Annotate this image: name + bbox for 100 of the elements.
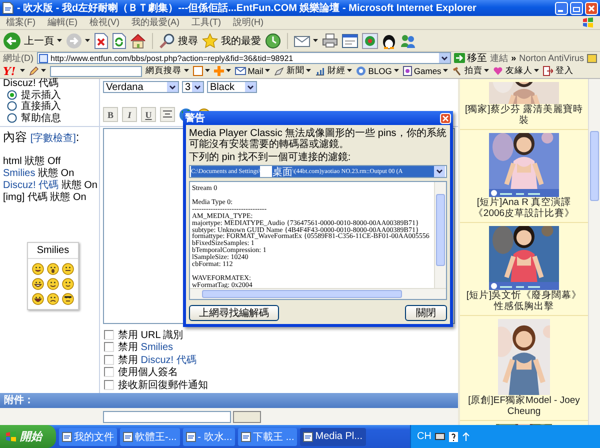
history-icon[interactable] <box>265 32 281 48</box>
window-icon[interactable] <box>342 34 358 48</box>
video-controls[interactable] <box>489 282 559 290</box>
checkbox[interactable] <box>104 367 114 378</box>
close-button[interactable] <box>440 112 451 124</box>
norton-button[interactable]: Norton AntiVirus <box>519 53 584 63</box>
window-icon[interactable] <box>192 66 203 76</box>
caret-icon[interactable] <box>443 69 448 73</box>
toolbar-link[interactable]: 財經 <box>315 65 352 77</box>
close-button[interactable] <box>585 2 598 14</box>
toolbar-link[interactable]: Games <box>402 66 448 76</box>
toolbar-link[interactable]: 登入 <box>543 65 574 77</box>
link[interactable]: [字數檢查] <box>30 133 76 144</box>
radio-button[interactable] <box>7 112 17 123</box>
video-caption[interactable]: [短片]吳文忻《廢身闊幕》性感低胸出擊 <box>460 290 588 313</box>
menu-item[interactable]: 編輯(E) <box>48 16 78 29</box>
scrollbar[interactable] <box>434 182 446 288</box>
caret-icon[interactable] <box>40 69 46 73</box>
play-icon[interactable] <box>491 283 497 289</box>
toolbar-link[interactable]: BLOG <box>356 66 399 76</box>
video-caption[interactable]: [短片]Ana R 真空演譯《2006皮草設計比賽》 <box>460 197 588 220</box>
checkbox[interactable] <box>104 380 114 390</box>
menu-item[interactable]: 工具(T) <box>192 16 221 29</box>
menu-item[interactable]: 我的最愛(A) <box>132 16 180 29</box>
links-button[interactable]: 連結 <box>490 52 508 64</box>
printer-icon[interactable] <box>322 33 338 48</box>
taskbar-button[interactable]: 下載王 ... <box>238 428 298 446</box>
format-button[interactable]: I <box>122 107 137 122</box>
toolbar-link[interactable]: 拍賣 <box>452 65 490 77</box>
search-button[interactable]: 搜尋 <box>159 32 198 48</box>
web-search-button[interactable]: 網頁搜尋 <box>146 65 189 77</box>
mail-button[interactable] <box>294 34 318 48</box>
smiley-icon[interactable] <box>47 263 59 276</box>
mail-icon[interactable] <box>294 34 310 48</box>
play-icon[interactable] <box>491 190 497 196</box>
smiley-icon[interactable] <box>62 278 74 290</box>
checkbox[interactable] <box>104 342 114 352</box>
scrollbar[interactable] <box>588 79 600 425</box>
stop-icon[interactable] <box>94 32 108 48</box>
flower-icon[interactable] <box>362 32 378 48</box>
format-button[interactable]: B <box>103 107 118 122</box>
scrollbar[interactable] <box>190 288 446 299</box>
pen-button[interactable] <box>28 66 46 76</box>
video-caption[interactable]: [獨家]蔡少芬 露清美麗寶時裝 <box>460 104 588 127</box>
penguin-icon[interactable] <box>382 32 396 48</box>
toolbar-link[interactable]: 友緣人 <box>493 65 540 77</box>
dropdown-icon[interactable] <box>434 166 445 177</box>
norton-icon[interactable] <box>587 53 597 63</box>
caret-icon[interactable] <box>20 69 25 73</box>
caret-icon[interactable] <box>57 38 62 42</box>
link[interactable]: Discuz! 代碼 <box>3 180 59 192</box>
highlight-button[interactable] <box>214 66 231 76</box>
caret-icon[interactable] <box>484 69 490 73</box>
video-caption[interactable]: [原創]EF獨家Model - Joey Cheung <box>460 395 588 418</box>
taskbar-button[interactable]: 軟體王-... <box>120 428 180 446</box>
menu-item[interactable]: 說明(H) <box>233 16 264 29</box>
search-online-button[interactable]: 上網尋找編解碼 <box>189 305 279 321</box>
minimize-button[interactable] <box>555 2 568 14</box>
maximize-button[interactable] <box>570 2 583 14</box>
go-arrow-icon[interactable] <box>454 53 466 63</box>
pencil-icon[interactable] <box>28 66 39 76</box>
caret-icon[interactable] <box>184 69 189 73</box>
caret-icon[interactable] <box>394 69 399 73</box>
browse-button[interactable] <box>233 410 261 423</box>
caret-icon[interactable] <box>534 69 540 73</box>
star-icon[interactable] <box>202 32 218 48</box>
menu-item[interactable]: 檔案(F) <box>6 16 36 29</box>
go-button[interactable]: 移至 <box>454 51 488 65</box>
caret-icon[interactable] <box>265 69 270 73</box>
smiley-icon[interactable] <box>47 278 59 290</box>
back-button[interactable]: 上一頁 <box>3 32 62 50</box>
checkbox[interactable] <box>104 354 114 365</box>
color-select[interactable]: Black <box>207 81 257 93</box>
size-select[interactable]: 3 <box>182 81 204 93</box>
menu-item[interactable]: 檢視(V) <box>90 16 120 29</box>
link[interactable]: Smilies <box>3 168 36 180</box>
refresh-icon[interactable] <box>112 32 126 48</box>
smiley-icon[interactable] <box>47 293 59 306</box>
caret-icon[interactable] <box>204 69 210 73</box>
dropdown-icon[interactable] <box>192 82 203 92</box>
close-dialog-button[interactable]: 關閉 <box>405 305 447 321</box>
smiley-icon[interactable] <box>32 278 44 290</box>
smiley-icon[interactable] <box>62 293 74 306</box>
link[interactable]: Smilies <box>140 342 174 354</box>
taskbar-button[interactable]: 我的文件 <box>59 428 117 446</box>
dropdown-icon[interactable] <box>439 53 450 63</box>
taskbar-button[interactable]: - 吹水... <box>182 428 236 446</box>
caret-icon[interactable] <box>85 38 90 42</box>
caret-icon[interactable] <box>347 69 352 73</box>
yahoo-logo[interactable]: Y! <box>3 64 16 78</box>
smiley-icon[interactable] <box>32 263 44 276</box>
file-field[interactable] <box>103 410 231 423</box>
bookmark-button[interactable] <box>192 66 210 76</box>
align-button[interactable] <box>160 107 175 122</box>
dropdown-icon[interactable] <box>167 82 178 92</box>
help-icon[interactable] <box>449 432 458 442</box>
keyboard-icon[interactable] <box>435 433 446 440</box>
caret-icon[interactable] <box>226 69 231 73</box>
font-select[interactable]: Verdana <box>103 81 179 93</box>
format-button[interactable]: U <box>141 107 156 122</box>
